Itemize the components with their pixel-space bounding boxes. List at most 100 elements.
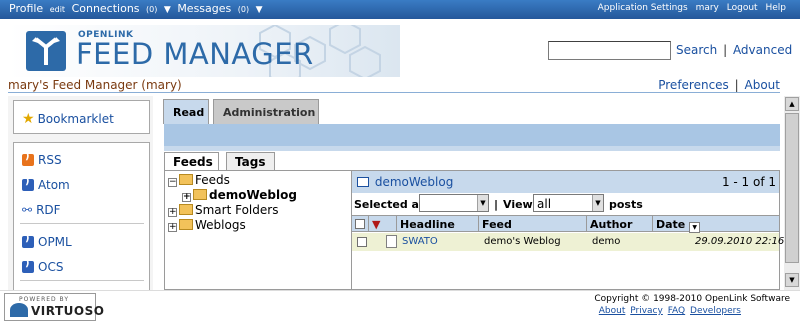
star-icon: ★: [22, 111, 35, 127]
messages-count: (0): [237, 5, 250, 14]
headline-column[interactable]: Headline: [396, 216, 478, 232]
tab-read[interactable]: Read: [163, 99, 209, 124]
tree-node-label: Weblogs: [195, 218, 246, 232]
feed-column[interactable]: Feed: [478, 216, 586, 232]
help-link[interactable]: Help: [765, 3, 786, 13]
logo-product-text: FEED MANAGER: [76, 37, 314, 71]
folder-icon: [179, 174, 193, 185]
rss-icon: [22, 151, 34, 166]
page-title-row: mary's Feed Manager (mary) Preferences |…: [8, 78, 780, 93]
footer-privacy-link[interactable]: Privacy: [630, 306, 663, 316]
expand-icon[interactable]: +: [168, 208, 177, 217]
profile-link[interactable]: Profile: [9, 2, 43, 15]
application-settings-link[interactable]: Application Settings: [598, 3, 688, 13]
document-icon: [386, 235, 397, 248]
tree-node-feeds[interactable]: − Feeds: [168, 173, 230, 187]
ocs-label: OCS: [38, 260, 64, 274]
tree-node-weblogs[interactable]: + Weblogs: [168, 218, 246, 232]
tree-node-demoweblog[interactable]: + demoWeblog: [182, 188, 297, 202]
date-column-label: Date: [656, 218, 686, 231]
table-row[interactable]: SWATO demo's Weblog demo 29.09.2010 22:1…: [352, 233, 784, 251]
sidebar: ★Bookmarklet RSS Atom ⚯RDF OPML OCS: [8, 96, 153, 292]
search-link[interactable]: Search: [676, 43, 717, 57]
sidebar-divider: [20, 223, 144, 224]
footer-about-link[interactable]: About: [599, 306, 626, 316]
connections-count: (0): [146, 5, 158, 14]
scroll-thumb[interactable]: [785, 113, 799, 263]
footer-faq-link[interactable]: FAQ: [668, 306, 685, 316]
footer-developers-link[interactable]: Developers: [690, 306, 741, 316]
tree-node-label: demoWeblog: [209, 188, 297, 202]
atom-link[interactable]: Atom: [22, 176, 70, 192]
profile-edit-link[interactable]: edit: [50, 5, 65, 14]
scroll-up-icon[interactable]: ▲: [785, 97, 799, 111]
rss-link[interactable]: RSS: [22, 151, 62, 167]
advanced-search-link[interactable]: Advanced: [733, 43, 792, 57]
posts-count: 1 - 1 of 1: [721, 175, 776, 189]
posts-table-header: ▼ Headline Feed Author Date ▼: [352, 215, 779, 233]
selection-toolbar: Selected as ▼ | View all ▼ posts: [352, 194, 779, 214]
open-folder-icon: [357, 177, 369, 187]
page-title: mary's Feed Manager (mary): [8, 78, 182, 92]
view-select-value: all: [537, 197, 552, 211]
row-headline[interactable]: SWATO: [399, 233, 438, 251]
selected-as-select[interactable]: ▼: [419, 194, 489, 212]
rdf-icon: ⚯: [22, 203, 33, 217]
top-nav-right: Application Settings mary Logout Help: [593, 3, 786, 13]
flag-column-icon[interactable]: ▼: [368, 216, 384, 232]
scroll-down-icon[interactable]: ▼: [785, 273, 799, 287]
collapse-icon[interactable]: −: [168, 178, 177, 187]
rss-label: RSS: [38, 153, 62, 167]
view-select[interactable]: all ▼: [533, 194, 604, 212]
about-link[interactable]: About: [745, 78, 780, 92]
page-links-separator: |: [734, 78, 739, 92]
selected-as-label: Selected as: [354, 198, 426, 211]
search-input[interactable]: [548, 41, 671, 60]
connections-menu[interactable]: Connections: [72, 2, 140, 15]
row-checkbox[interactable]: [357, 237, 367, 247]
preferences-link[interactable]: Preferences: [658, 78, 729, 92]
messages-dropdown-icon[interactable]: ▼: [256, 5, 263, 15]
bookmarklet-label: Bookmarklet: [37, 112, 114, 126]
folder-icon: [179, 219, 193, 230]
chevron-down-icon: ▼: [477, 195, 488, 211]
feed-title[interactable]: demoWeblog: [375, 175, 454, 189]
tree-node-label: Smart Folders: [195, 203, 279, 217]
date-column[interactable]: Date ▼: [652, 216, 779, 233]
tab-feeds[interactable]: Feeds: [164, 152, 219, 170]
view-separator: |: [494, 198, 499, 211]
logout-link[interactable]: Logout: [727, 3, 758, 13]
row-author: demo: [592, 236, 621, 247]
tree-node-smart-folders[interactable]: + Smart Folders: [168, 203, 278, 217]
powered-by-virtuoso-badge[interactable]: POWERED BY VIRTUOSO: [4, 293, 104, 321]
ocs-link[interactable]: OCS: [22, 258, 64, 274]
author-column[interactable]: Author: [586, 216, 652, 232]
powered-by-text: POWERED BY: [19, 296, 70, 303]
ocs-icon: [22, 258, 34, 273]
connections-dropdown-icon[interactable]: ▼: [164, 5, 171, 15]
folder-icon: [193, 189, 207, 200]
header: OPENLINK FEED MANAGER Search | Advanced: [8, 25, 792, 77]
bookmarklet-link[interactable]: ★ Bookmarklet: [22, 111, 114, 127]
atom-label: Atom: [38, 178, 70, 192]
messages-menu[interactable]: Messages: [177, 2, 231, 15]
opml-icon: [22, 233, 34, 248]
tab-tags[interactable]: Tags: [226, 152, 275, 170]
virtuoso-text: VIRTUOSO: [31, 304, 105, 318]
page-scrollbar[interactable]: ▲ ▼: [784, 96, 800, 290]
user-link[interactable]: mary: [696, 3, 719, 13]
search-separator: |: [723, 43, 728, 57]
search-links: Search | Advanced: [676, 43, 792, 57]
footer-links: About Privacy FAQ Developers: [597, 306, 741, 316]
tab-administration[interactable]: Administration: [213, 99, 319, 124]
select-all-checkbox[interactable]: [355, 219, 365, 229]
opml-link[interactable]: OPML: [22, 233, 72, 249]
rdf-link[interactable]: ⚯ RDF: [22, 203, 61, 217]
rdf-label: RDF: [36, 203, 61, 217]
expand-icon[interactable]: +: [168, 223, 177, 232]
atom-icon: [22, 176, 34, 191]
copyright-text: Copyright © 1998-2010 OpenLink Software: [594, 294, 790, 304]
expand-icon[interactable]: +: [182, 193, 191, 202]
sort-icon[interactable]: ▼: [689, 222, 701, 233]
top-navigation-bar: Profile edit Connections (0) ▼ Messages …: [0, 0, 800, 19]
